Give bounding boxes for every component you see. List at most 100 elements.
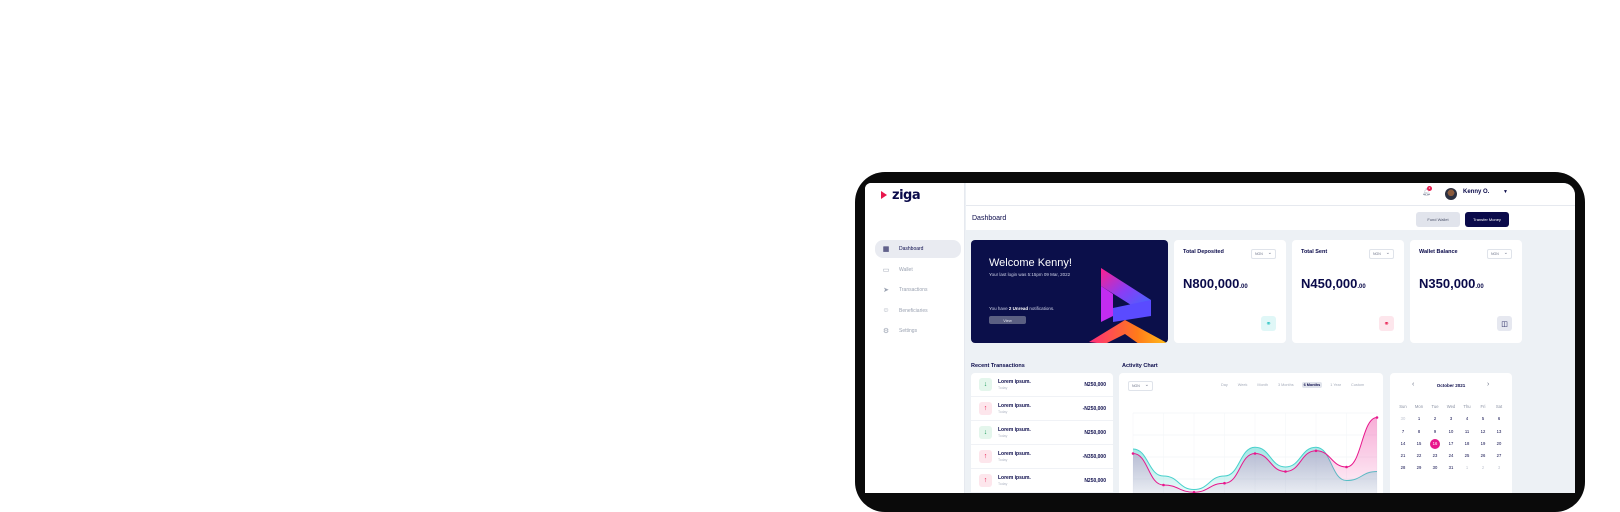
data-point[interactable] (1314, 449, 1318, 453)
calendar-day[interactable]: 5 (1475, 415, 1491, 423)
sidebar-item-wallet[interactable]: ▭ Wallet (875, 261, 965, 279)
calendar-day[interactable]: 12 (1475, 428, 1491, 436)
data-point[interactable] (1223, 481, 1226, 485)
calendar-day-number: 15 (1416, 440, 1422, 446)
arrow-up-icon: ↑ (979, 474, 992, 487)
notification-button[interactable]: 🔔︎ 2 (1422, 186, 1432, 198)
calendar-day[interactable]: 31 (1443, 464, 1459, 472)
data-point[interactable] (1131, 452, 1135, 455)
calendar-widget: ‹ October 2021 › Sun Mon Tue Wed Thu Fri Sat 30… (1390, 373, 1512, 493)
calendar-day-number: 13 (1496, 428, 1502, 434)
calendar-day-number: 30 (1432, 465, 1438, 471)
calendar-day-number: 3 (1449, 416, 1453, 422)
list-item[interactable]: ↑ Lorem ipsum. Today N250,000 (971, 469, 1113, 493)
list-item[interactable]: ↑ Lorem ipsum. Today -N350,000 (971, 445, 1113, 469)
brand-logo[interactable]: ziga (881, 187, 921, 203)
calendar-day[interactable]: 21 (1395, 452, 1411, 460)
calendar-day[interactable]: 2 (1427, 415, 1443, 423)
data-point[interactable] (1375, 416, 1379, 419)
data-point[interactable] (1253, 452, 1257, 455)
calendar-day[interactable]: 30 (1427, 464, 1443, 472)
currency-select[interactable]: NGN (1251, 249, 1276, 259)
calendar-day-number: 27 (1496, 453, 1502, 459)
calendar-day[interactable]: 22 (1411, 452, 1427, 460)
coins-icon: ⚭ (1261, 316, 1276, 331)
calendar-day[interactable]: 3 (1443, 415, 1459, 423)
calendar-day[interactable]: 27 (1491, 452, 1507, 460)
calendar-day[interactable]: 29 (1411, 464, 1427, 472)
calendar-day[interactable]: 13 (1491, 428, 1507, 436)
tx-date: Today (998, 410, 1008, 414)
calendar-day[interactable]: 26 (1475, 452, 1491, 460)
chevron-down-icon[interactable]: ▼ (1503, 189, 1508, 195)
calendar-day[interactable]: 15 (1411, 440, 1427, 448)
currency-select[interactable]: NGN (1487, 249, 1512, 259)
calendar-day[interactable]: 30 (1395, 415, 1411, 423)
calendar-day-number: 29 (1416, 465, 1422, 471)
stat-card-wallet-balance: Wallet Balance NGN N350,000.00 ◫ (1410, 240, 1522, 343)
calendar-day-number: 16 (1430, 438, 1440, 449)
welcome-title: Welcome Kenny! (989, 257, 1072, 269)
activity-chart-panel: NGN Day Week Month 3 Months 6 Months 1 Y… (1119, 373, 1383, 493)
stat-value: N450,000.00 (1301, 276, 1366, 291)
chevron-right-icon[interactable]: › (1487, 381, 1489, 388)
calendar-day[interactable]: 2 (1475, 464, 1491, 472)
currency-select[interactable]: NGN (1369, 249, 1394, 259)
calendar-day[interactable]: 8 (1411, 428, 1427, 436)
calendar-day[interactable]: 6 (1491, 415, 1507, 423)
page-title: Dashboard (972, 215, 1007, 222)
calendar-day[interactable]: 4 (1459, 415, 1475, 423)
calendar-day-header: Mon (1414, 404, 1424, 409)
calendar-day[interactable]: 10 (1443, 428, 1459, 436)
activity-chart (1131, 412, 1379, 493)
calendar-day[interactable]: 18 (1459, 440, 1475, 448)
calendar-day[interactable]: 9 (1427, 428, 1443, 436)
calendar-day[interactable]: 19 (1475, 440, 1491, 448)
calendar-day[interactable]: 17 (1443, 440, 1459, 448)
brand-arrow-graphic (1089, 268, 1168, 343)
list-item[interactable]: ↑ Lorem ipsum. Today -N250,000 (971, 397, 1113, 421)
calendar-day[interactable]: 11 (1459, 428, 1475, 436)
list-item[interactable]: ↓ Lorem ipsum. Today N250,000 (971, 421, 1113, 445)
data-point[interactable] (1345, 465, 1348, 469)
sidebar-item-dashboard[interactable]: ▦ Dashboard (875, 240, 961, 258)
calendar-day[interactable]: 25 (1459, 452, 1475, 460)
calendar-day[interactable]: 3 (1491, 464, 1507, 472)
data-point[interactable] (1284, 470, 1287, 473)
avatar[interactable] (1445, 188, 1457, 200)
calendar-day-number: 9 (1433, 428, 1437, 434)
activity-chart-title: Activity Chart (1122, 363, 1158, 369)
calendar-day[interactable]: 14 (1395, 440, 1411, 448)
calendar-day-header: Wed (1446, 404, 1456, 409)
calendar-day-header: Thu (1463, 404, 1471, 409)
calendar-day[interactable]: 20 (1491, 440, 1507, 448)
user-name[interactable]: Kenny O. (1463, 189, 1489, 195)
sidebar-item-settings[interactable]: ⚙ Settings (875, 322, 965, 340)
stat-amount: N450,000 (1301, 276, 1358, 291)
calendar-day[interactable]: 1 (1411, 415, 1427, 423)
calendar-day[interactable]: 1 (1459, 464, 1475, 472)
calendar-day[interactable]: 28 (1395, 464, 1411, 472)
calendar-day-number: 26 (1480, 453, 1486, 459)
calendar-day-selected[interactable]: 16 (1427, 438, 1443, 449)
calendar-day-number: 21 (1400, 453, 1406, 459)
sidebar-item-transactions[interactable]: ➤ Transactions (875, 281, 965, 299)
calendar-day-number: 10 (1448, 428, 1454, 434)
recent-transactions-list: ↓ Lorem ipsum. Today N250,000 ↑ Lorem ip… (971, 373, 1113, 493)
tx-date: Today (998, 434, 1008, 438)
tx-name: Lorem ipsum. (998, 475, 1031, 481)
transfer-money-button[interactable]: Transfer Money (1465, 212, 1509, 227)
view-notifications-button[interactable]: View (989, 316, 1026, 324)
wallet-icon: ▭ (882, 266, 890, 274)
fund-wallet-button[interactable]: Fund Wallet (1416, 212, 1460, 227)
sidebar-item-beneficiaries[interactable]: ☺ Beneficiaries (875, 302, 965, 320)
last-login-text: Your last login was 5:15pm 09 Mar, 2022 (989, 272, 1071, 277)
sidebar-item-label: Wallet (899, 266, 913, 273)
list-item[interactable]: ↓ Lorem ipsum. Today N250,000 (971, 373, 1113, 397)
stat-title: Total Deposited (1183, 249, 1224, 255)
calendar-day[interactable]: 7 (1395, 428, 1411, 436)
dashboard-screen: ziga ▦ Dashboard ▭ Wallet ➤ Transactions… (865, 183, 1575, 493)
calendar-day[interactable]: 23 (1427, 452, 1443, 460)
logo-text: ziga (892, 187, 921, 203)
calendar-day[interactable]: 24 (1443, 452, 1459, 460)
